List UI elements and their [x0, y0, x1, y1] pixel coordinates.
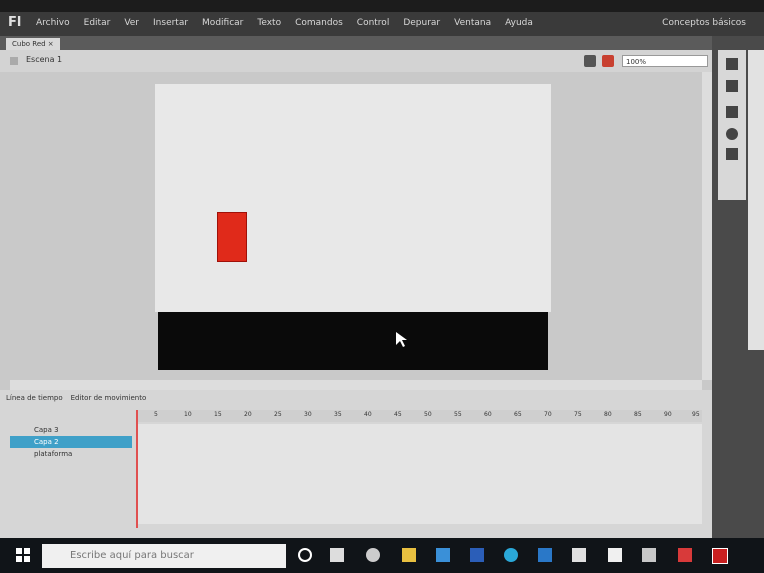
menu-insertar[interactable]: Insertar — [153, 18, 188, 28]
layer-name: plataforma — [34, 450, 73, 458]
edit-bar: Escena 1 100% — [0, 50, 712, 72]
layer-name: Capa 3 — [34, 426, 59, 434]
cortana-icon[interactable] — [298, 548, 312, 562]
workspace-selector[interactable]: Conceptos básicos — [662, 18, 746, 28]
menu-control[interactable]: Control — [357, 18, 390, 28]
frame-number: 5 — [154, 411, 158, 418]
menu-ayuda[interactable]: Ayuda — [505, 18, 533, 28]
document-tab-label: Cubo Red — [12, 40, 46, 48]
frame-grid[interactable] — [138, 424, 702, 524]
cursor-icon — [396, 332, 407, 347]
store-icon[interactable] — [538, 548, 552, 562]
document-tab[interactable]: Cubo Red × — [6, 38, 60, 50]
zoom-select[interactable]: 100% — [622, 55, 708, 67]
menu-ver[interactable]: Ver — [124, 18, 139, 28]
platform-symbol[interactable] — [158, 312, 548, 370]
back-arrow-icon[interactable] — [10, 57, 18, 65]
tool-icon[interactable] — [726, 58, 738, 70]
properties-panel[interactable] — [748, 50, 764, 350]
right-panel — [712, 36, 764, 538]
scene-label[interactable]: Escena 1 — [26, 55, 62, 64]
pasteboard — [0, 72, 712, 390]
frame-number: 10 — [184, 411, 192, 418]
frame-number: 30 — [304, 411, 312, 418]
frame-number: 25 — [274, 411, 282, 418]
file-explorer-icon[interactable] — [402, 548, 416, 562]
mail-icon[interactable] — [436, 548, 450, 562]
tab-motion-editor[interactable]: Editor de movimiento — [71, 394, 147, 402]
tab-timeline[interactable]: Línea de tiempo — [6, 394, 63, 402]
taskbar: Escribe aquí para buscar — [0, 538, 764, 573]
tool-icon[interactable] — [726, 148, 738, 160]
task-view-icon[interactable] — [330, 548, 344, 562]
edge-icon[interactable] — [504, 548, 518, 562]
edit-scene-icon[interactable] — [584, 55, 596, 67]
taskbar-search-input[interactable]: Escribe aquí para buscar — [42, 544, 286, 568]
menu-bar: Fl Archivo Editar Ver Insertar Modificar… — [0, 12, 764, 36]
menu-comandos[interactable]: Comandos — [295, 18, 343, 28]
frame-number: 95 — [692, 411, 700, 418]
tool-icon[interactable] — [726, 106, 738, 118]
frame-number: 65 — [514, 411, 522, 418]
frame-number: 20 — [244, 411, 252, 418]
frame-number: 50 — [424, 411, 432, 418]
frame-number: 70 — [544, 411, 552, 418]
app-icon[interactable] — [642, 548, 656, 562]
menu-editar[interactable]: Editar — [84, 18, 111, 28]
frame-number: 45 — [394, 411, 402, 418]
frame-number: 90 — [664, 411, 672, 418]
vertical-scrollbar[interactable] — [702, 72, 712, 380]
tool-icon[interactable] — [726, 80, 738, 92]
layer-row-selected[interactable]: Capa 2 — [10, 436, 132, 448]
edit-symbols-icon[interactable] — [602, 55, 614, 67]
menu-texto[interactable]: Texto — [257, 18, 281, 28]
timeline-panel: Línea de tiempo Editor de movimiento Cap… — [0, 390, 712, 538]
notepad-icon[interactable] — [608, 548, 622, 562]
frame-number: 40 — [364, 411, 372, 418]
layer-row[interactable]: Capa 3 — [10, 424, 132, 436]
word-icon[interactable] — [470, 548, 484, 562]
app-logo: Fl — [8, 15, 22, 30]
bag-icon[interactable] — [572, 548, 586, 562]
frame-number: 15 — [214, 411, 222, 418]
animate-icon[interactable] — [712, 548, 728, 564]
playhead[interactable] — [136, 410, 138, 528]
player-symbol[interactable] — [217, 212, 247, 262]
frame-ruler[interactable]: 5 10 15 20 25 30 35 40 45 50 55 60 65 70… — [136, 410, 702, 422]
frame-number: 35 — [334, 411, 342, 418]
frame-number: 85 — [634, 411, 642, 418]
color-icon[interactable] — [726, 128, 738, 140]
document-tab-bar: Cubo Red × — [0, 36, 712, 50]
horizontal-scrollbar[interactable] — [10, 380, 702, 390]
menu-modificar[interactable]: Modificar — [202, 18, 243, 28]
windows-start-icon[interactable] — [16, 548, 30, 562]
stage[interactable] — [155, 84, 551, 312]
menu-depurar[interactable]: Depurar — [403, 18, 440, 28]
app-icon[interactable] — [678, 548, 692, 562]
frame-number: 55 — [454, 411, 462, 418]
layer-row[interactable]: plataforma — [10, 448, 132, 460]
frame-number: 80 — [604, 411, 612, 418]
frame-number: 60 — [484, 411, 492, 418]
layer-name: Capa 2 — [34, 438, 59, 446]
menu-archivo[interactable]: Archivo — [36, 18, 70, 28]
timeline-tabs: Línea de tiempo Editor de movimiento — [6, 394, 146, 402]
menu-ventana[interactable]: Ventana — [454, 18, 491, 28]
frame-number: 75 — [574, 411, 582, 418]
settings-icon[interactable] — [366, 548, 380, 562]
menu-items: Archivo Editar Ver Insertar Modificar Te… — [36, 18, 533, 28]
tools-panel — [718, 50, 746, 200]
